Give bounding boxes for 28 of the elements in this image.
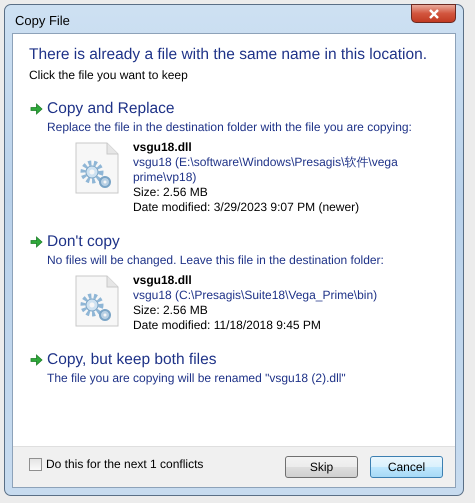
dialog-heading: There is already a file with the same name in this location.: [29, 46, 428, 64]
arrow-icon: [30, 354, 43, 366]
file-settings-icon: [75, 142, 119, 194]
checkbox-label: Do this for the next 1 conflicts: [46, 457, 204, 471]
file-date: Date modified: 3/29/2023 9:07 PM (newer): [133, 200, 360, 215]
dialog-button[interactable]: Cancel: [370, 456, 443, 478]
window-title: Copy File: [15, 13, 70, 28]
file-settings-icon: [75, 275, 119, 327]
file-name: vsgu18.dll: [133, 273, 193, 288]
close-button[interactable]: [411, 4, 456, 23]
arrow-icon: [30, 236, 43, 248]
file-size: Size: 2.56 MB: [133, 185, 209, 200]
close-icon: [428, 8, 440, 18]
instruction-text: Click the file you want to keep: [29, 68, 189, 82]
checkbox[interactable]: [29, 458, 42, 470]
option-link[interactable]: Don't copy: [47, 233, 120, 251]
file-size: Size: 2.56 MB: [133, 303, 209, 318]
dialog-button[interactable]: Skip: [285, 456, 358, 478]
file-date: Date modified: 11/18/2018 9:45 PM: [133, 318, 322, 333]
arrow-icon: [30, 103, 43, 115]
option-description: Replace the file in the destination folder with the file you are copying:: [47, 120, 413, 134]
option-description: The file you are copying will be renamed "vsgu18 (2).dll": [47, 371, 347, 385]
file-path: vsgu18 (E:\software\Windows\Presagis\软件\vega prime\vp18): [133, 155, 399, 185]
option-description: No files will be changed. Leave this file in the destination folder:: [47, 253, 385, 267]
option-link[interactable]: Copy, but keep both files: [47, 351, 216, 369]
file-path: vsgu18 (C:\Presagis\Suite18\Vega_Prime\bin): [133, 288, 378, 303]
option-link[interactable]: Copy and Replace: [47, 100, 175, 118]
file-name: vsgu18.dll: [133, 140, 193, 155]
